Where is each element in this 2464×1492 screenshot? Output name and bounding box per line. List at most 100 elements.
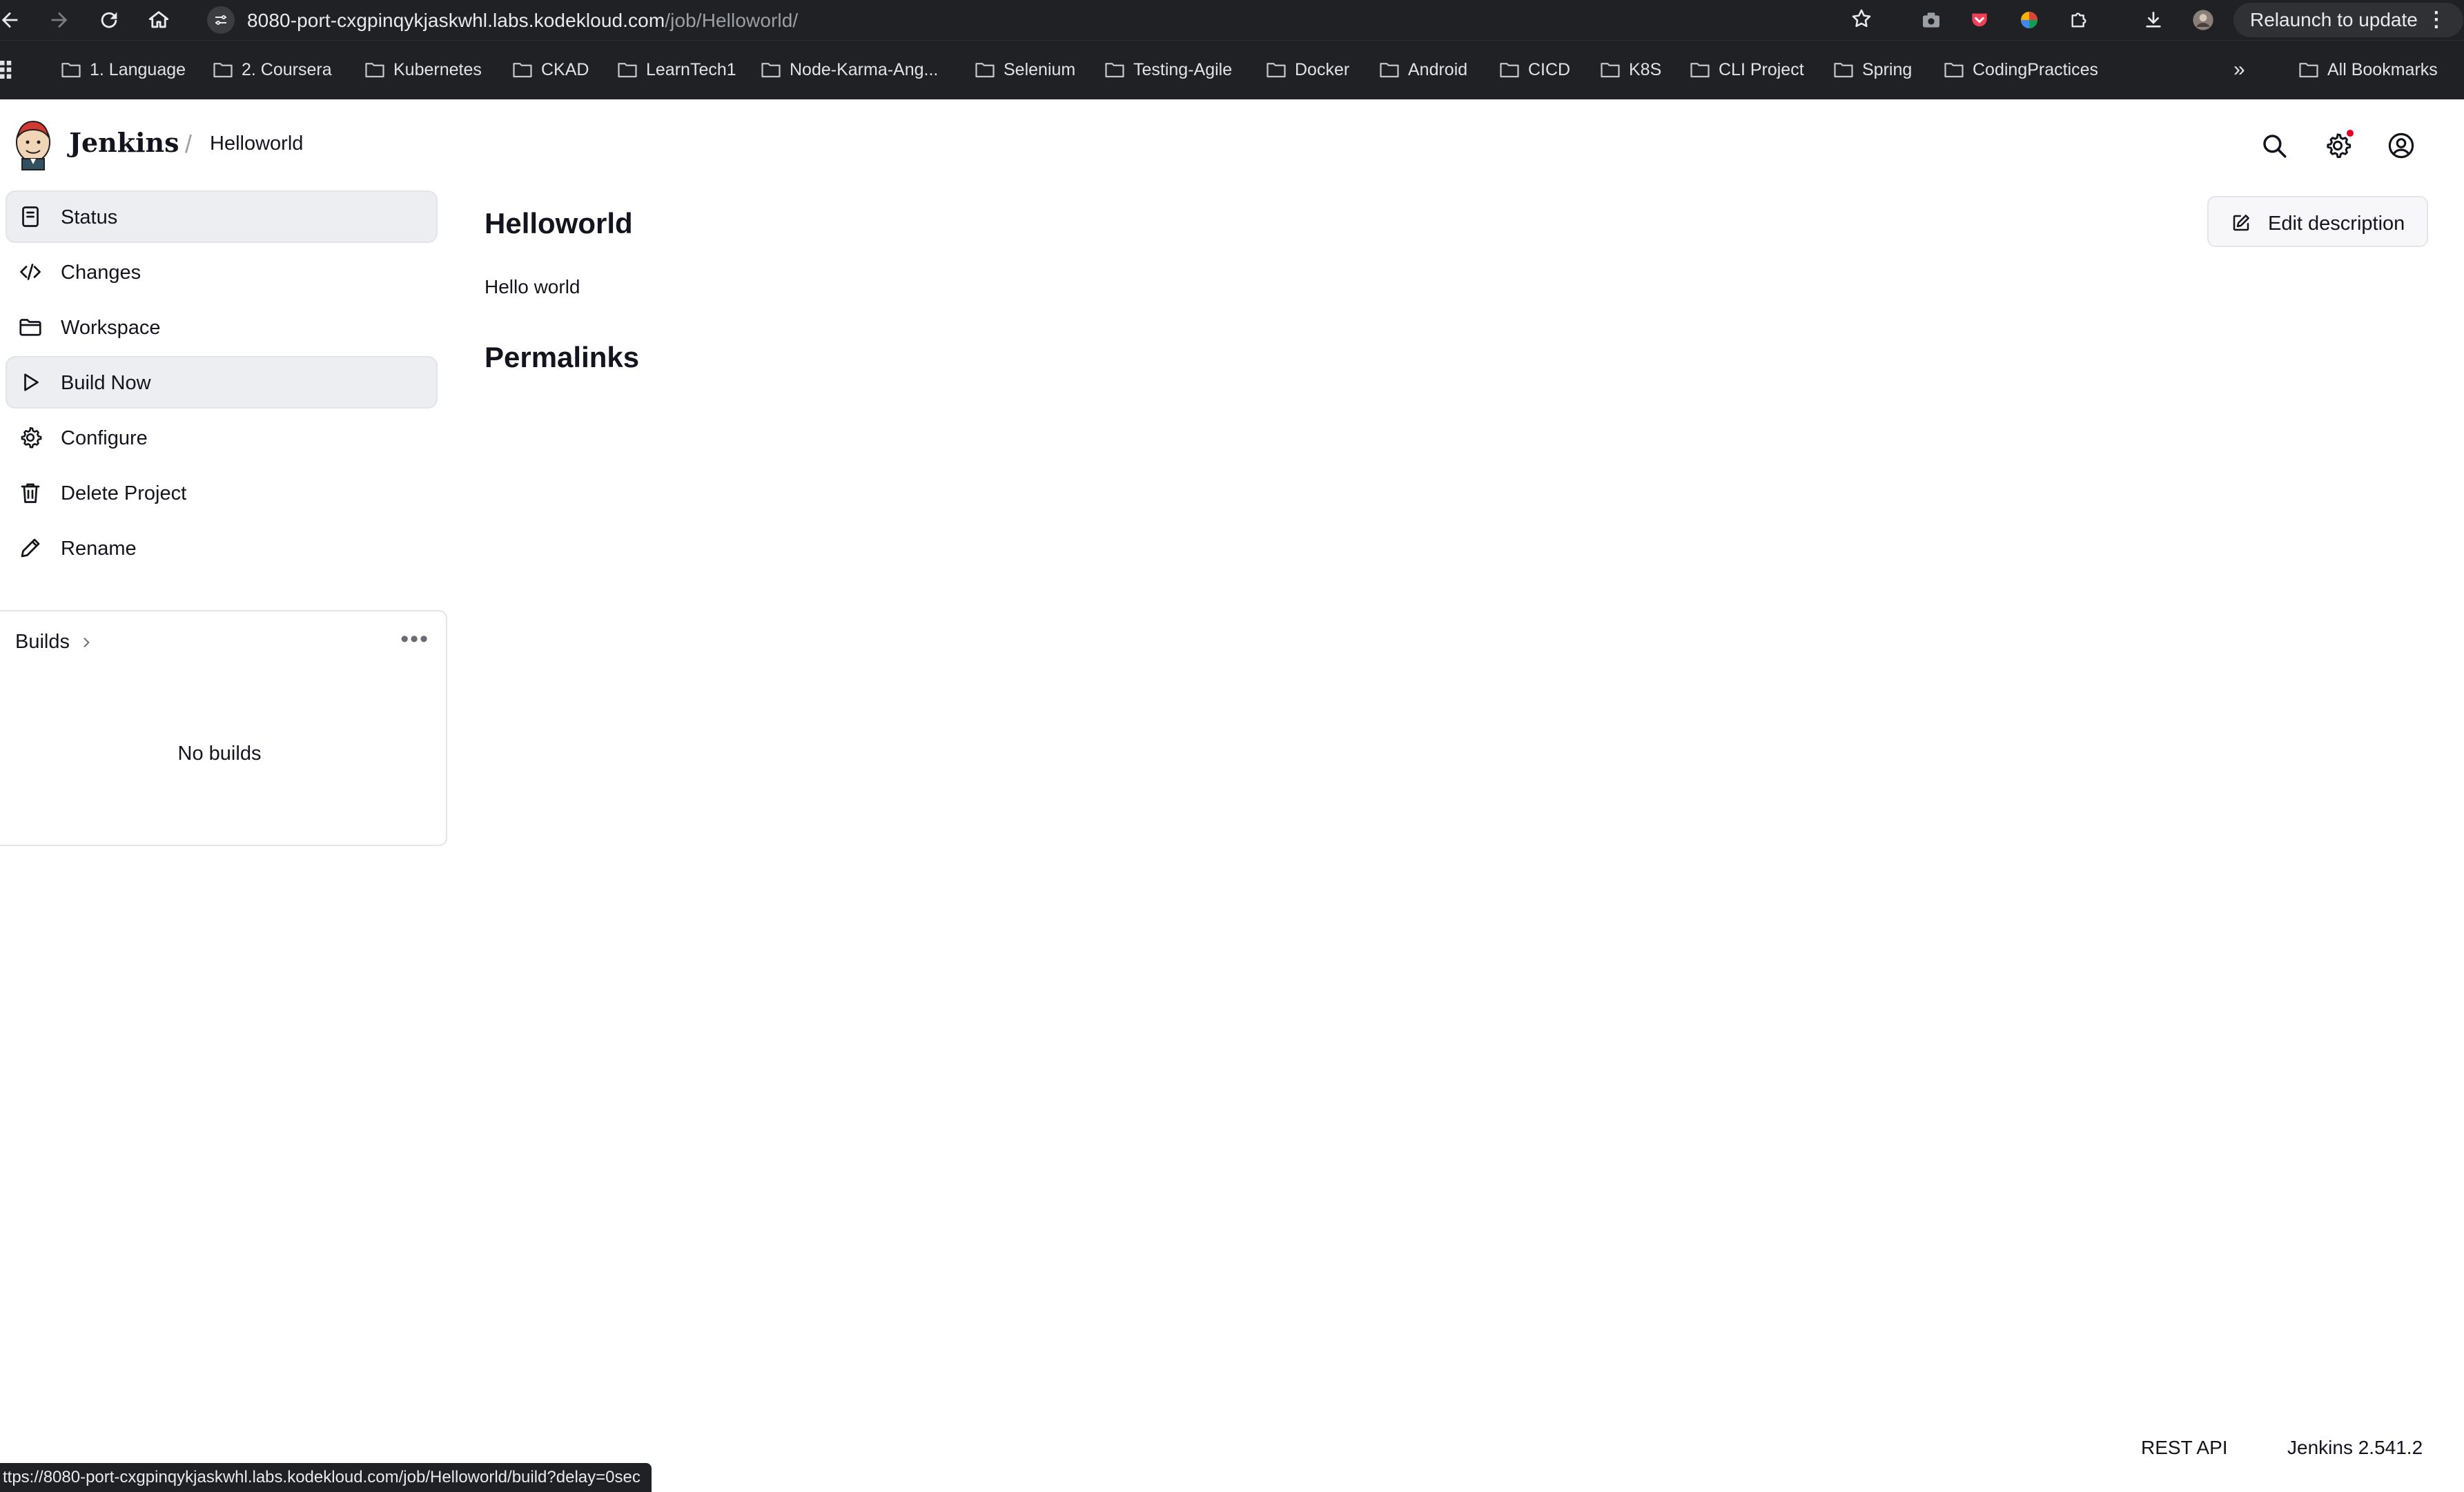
relaunch-button[interactable]: Relaunch to update ⋮ xyxy=(2233,3,2463,37)
sidebar-item-workspace[interactable]: Workspace xyxy=(6,301,438,353)
address-bar[interactable]: 8080-port-cxgpinqykjaskwhl.labs.kodeklou… xyxy=(197,1,1876,39)
edit-icon xyxy=(2233,215,2249,231)
edit-description-button[interactable]: Edit description xyxy=(2207,196,2428,247)
browser-menu-icon[interactable]: ⋮ xyxy=(2426,10,2447,30)
bookmark-label: LearnTech1 xyxy=(646,59,736,79)
bookmark-item[interactable]: K8S xyxy=(1600,58,1661,81)
folder-icon xyxy=(1944,63,1964,78)
bookmarks-overflow-icon[interactable]: » xyxy=(2233,58,2245,81)
bookmark-item[interactable]: 2. Coursera xyxy=(213,58,332,81)
notification-dot xyxy=(2347,130,2354,137)
code-icon xyxy=(20,264,41,280)
folder-icon xyxy=(1834,63,1853,78)
bookmark-item[interactable]: Testing-Agile xyxy=(1104,58,1232,81)
bookmark-label: 1. Language xyxy=(90,59,186,79)
extensions-puzzle-icon[interactable] xyxy=(2065,6,2093,34)
document-icon xyxy=(22,206,39,227)
folder-icon xyxy=(2299,63,2318,78)
jenkins-header: Jenkins / Helloworld xyxy=(0,99,2464,189)
site-controls-icon[interactable] xyxy=(207,6,235,34)
permalinks-heading: Permalinks xyxy=(485,341,640,373)
bookmark-item[interactable]: Docker xyxy=(1266,58,1349,81)
breadcrumb-job[interactable]: Helloworld xyxy=(210,132,303,155)
bookmark-item[interactable]: CICD xyxy=(1499,58,1570,81)
downloads-icon[interactable] xyxy=(2140,6,2167,34)
bookmark-star-icon[interactable] xyxy=(1850,7,1873,30)
profile-avatar-icon[interactable] xyxy=(2189,6,2217,34)
folder-icon xyxy=(1267,63,1286,78)
sidebar-item-configure[interactable]: Configure xyxy=(6,411,438,464)
sidebar-item-delete-project[interactable]: Delete Project xyxy=(6,467,438,519)
bookmark-label: Spring xyxy=(1862,59,1913,79)
page-title: Helloworld xyxy=(485,207,633,239)
forward-icon[interactable] xyxy=(44,5,75,35)
camera-extension-icon[interactable] xyxy=(1917,6,1945,34)
home-icon[interactable] xyxy=(144,5,174,35)
chevron-right-icon xyxy=(84,637,90,647)
relaunch-label: Relaunch to update xyxy=(2250,9,2418,30)
link-status-bubble: ttps://8080-port-cxgpinqykjaskwhl.labs.k… xyxy=(0,1463,652,1492)
bookmark-label: Selenium xyxy=(1004,59,1076,79)
folder-icon xyxy=(1601,63,1620,78)
bookmark-item[interactable]: Android xyxy=(1379,58,1467,81)
builds-link[interactable]: Builds xyxy=(15,631,93,654)
color-picker-extension-icon[interactable] xyxy=(2015,6,2043,34)
folder-icon xyxy=(1105,63,1124,78)
folder-icon xyxy=(618,63,637,78)
folder-icon xyxy=(975,63,995,78)
bookmark-label: Testing-Agile xyxy=(1133,59,1233,79)
bookmark-item[interactable]: Spring xyxy=(1833,58,1912,81)
folder-icon xyxy=(365,63,384,78)
trash-icon xyxy=(21,483,40,503)
play-icon xyxy=(24,373,39,391)
jenkins-logo-icon[interactable] xyxy=(12,119,54,171)
rest-api-link[interactable]: REST API xyxy=(2141,1437,2228,1459)
bookmark-label: CICD xyxy=(1528,59,1571,79)
bookmark-item[interactable]: Kubernetes xyxy=(364,58,482,81)
bookmark-item[interactable]: Node-Karma-Ang... xyxy=(761,58,938,81)
sidebar-item-label: Workspace xyxy=(61,317,161,339)
sidebar-item-label: Configure xyxy=(61,427,148,449)
back-icon[interactable] xyxy=(0,5,25,35)
sidebar-item-status[interactable]: Status xyxy=(6,190,438,243)
sidebar-item-build-now[interactable]: Build Now xyxy=(6,356,438,409)
folder-icon xyxy=(61,63,81,78)
bookmark-label: K8S xyxy=(1629,59,1662,79)
folder-icon xyxy=(213,63,233,78)
sidebar-item-label: Rename xyxy=(61,538,137,560)
all-bookmarks-label: All Bookmarks xyxy=(2327,59,2438,79)
breadcrumb-separator: / xyxy=(185,130,193,158)
url-text: 8080-port-cxgpinqykjaskwhl.labs.kodeklou… xyxy=(247,10,798,32)
builds-more-options-icon[interactable]: ••• xyxy=(400,627,429,650)
search-icon[interactable] xyxy=(2258,130,2290,161)
bookmark-item[interactable]: Selenium xyxy=(975,58,1075,81)
manage-jenkins-gear-icon[interactable] xyxy=(2322,130,2354,161)
sidebar-item-label: Status xyxy=(61,206,118,228)
pencil-icon xyxy=(21,538,40,558)
bookmark-label: 2. Coursera xyxy=(242,59,332,79)
bookmark-label: CKAD xyxy=(541,59,589,79)
apps-grid-icon[interactable] xyxy=(0,59,18,80)
bookmark-item[interactable]: CodingPractices xyxy=(1944,58,2098,81)
reload-icon[interactable] xyxy=(94,5,124,35)
bookmark-item[interactable]: 1. Language xyxy=(61,58,186,81)
user-account-icon[interactable] xyxy=(2385,130,2417,161)
browser-toolbar: 8080-port-cxgpinqykjaskwhl.labs.kodeklou… xyxy=(0,0,2464,40)
bookmark-item[interactable]: LearnTech1 xyxy=(617,58,736,81)
bookmark-item[interactable]: CKAD xyxy=(512,58,589,81)
folder-icon xyxy=(1380,63,1399,78)
url-path: /job/Helloworld/ xyxy=(665,10,799,31)
no-builds-text: No builds xyxy=(177,743,262,765)
all-bookmarks[interactable]: All Bookmarks xyxy=(2298,58,2438,81)
sidebar-item-label: Changes xyxy=(61,262,141,284)
bookmark-item[interactable]: CLI Project xyxy=(1690,58,1804,81)
sidebar-item-changes[interactable]: Changes xyxy=(6,246,438,298)
sidebar-item-rename[interactable]: Rename xyxy=(6,522,438,574)
jenkins-home-link[interactable]: Jenkins xyxy=(69,127,179,158)
bookmark-label: Docker xyxy=(1295,59,1350,79)
pocket-extension-icon[interactable] xyxy=(1966,6,1993,34)
jenkins-version-link[interactable]: Jenkins 2.541.2 xyxy=(2287,1437,2423,1459)
folder-icon xyxy=(761,63,781,78)
url-host: 8080-port-cxgpinqykjaskwhl.labs.kodeklou… xyxy=(247,10,665,31)
bookmark-label: Kubernetes xyxy=(393,59,482,79)
